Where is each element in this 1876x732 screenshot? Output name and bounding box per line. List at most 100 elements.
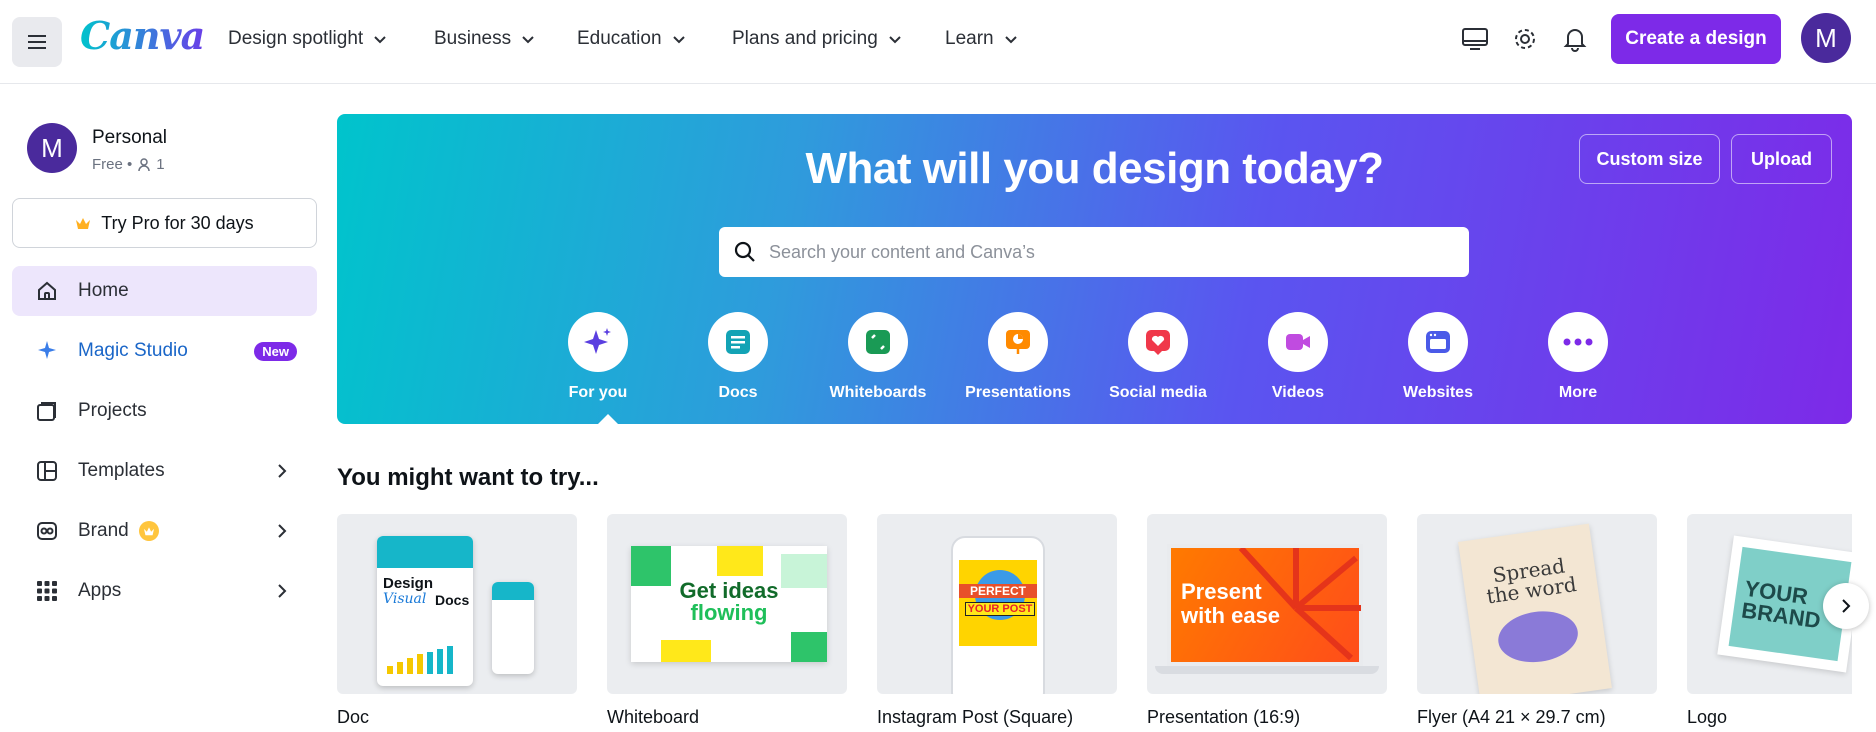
upload-button[interactable]: Upload: [1731, 134, 1832, 184]
slide-preview: Present with ease: [1167, 544, 1363, 666]
phone-frame: PERFECT YOUR POST: [951, 536, 1045, 694]
card-doc[interactable]: Design Visual Docs Doc: [337, 514, 577, 728]
website-icon: [1426, 331, 1450, 353]
carousel-next-button[interactable]: [1823, 583, 1869, 629]
chevron-down-icon: [889, 36, 901, 44]
nav-label: Design spotlight: [228, 28, 364, 49]
heart-icon: [1146, 330, 1170, 355]
notifications-button[interactable]: [1560, 24, 1590, 54]
crown-icon: [138, 521, 159, 541]
category-label: Websites: [1403, 384, 1473, 401]
plan-label: Free •: [92, 156, 133, 173]
category-presentations[interactable]: Presentations: [948, 312, 1088, 402]
custom-size-button[interactable]: Custom size: [1579, 134, 1720, 184]
avatar[interactable]: M: [1801, 13, 1851, 63]
sidebar-item-label: Apps: [78, 580, 122, 601]
card-logo[interactable]: YOUR BRAND Logo: [1687, 514, 1852, 728]
card-label: Logo: [1687, 707, 1728, 727]
sidebar-item-label: Home: [78, 280, 129, 301]
category-circle: [1268, 312, 1328, 372]
card-instagram-post[interactable]: PERFECT YOUR POST Instagram Post (Square…: [877, 514, 1117, 728]
nav-label: Business: [434, 28, 512, 49]
section-title: You might want to try...: [337, 464, 599, 491]
category-docs[interactable]: Docs: [668, 312, 808, 402]
nav-design-spotlight[interactable]: Design spotlight: [228, 0, 387, 78]
post-preview: PERFECT YOUR POST: [959, 560, 1037, 646]
chevron-down-icon: [522, 36, 534, 44]
search-bar[interactable]: [719, 227, 1469, 277]
nav-plans-pricing[interactable]: Plans and pricing: [732, 0, 902, 78]
try-pro-label: Try Pro for 30 days: [101, 212, 254, 233]
sidebar-item-home[interactable]: Home: [12, 266, 317, 316]
template-icon: [34, 458, 60, 484]
canva-logo[interactable]: Canva: [80, 13, 205, 58]
gear-icon: [1515, 29, 1535, 49]
category-label: Docs: [718, 384, 758, 401]
menu-button[interactable]: [12, 17, 62, 67]
category-for-you[interactable]: For you: [528, 312, 668, 402]
chevron-down-icon: [672, 36, 685, 44]
chevron-right-icon: [278, 464, 287, 478]
whiteboard-preview: Get ideas flowing: [631, 546, 827, 662]
suggestion-carousel: Design Visual Docs Doc Get ideas flowing…: [337, 514, 1852, 732]
menu-icon: [28, 35, 46, 49]
category-whiteboards[interactable]: Whiteboards: [808, 312, 948, 402]
card-whiteboard[interactable]: Get ideas flowing Whiteboard: [607, 514, 847, 728]
thumb-text: Design: [383, 575, 434, 592]
sidebar-item-magic-studio[interactable]: Magic Studio New: [12, 326, 317, 376]
doc-header: [377, 536, 473, 568]
category-more[interactable]: More: [1508, 312, 1648, 402]
doc-icon: [726, 330, 750, 354]
try-pro-button[interactable]: Try Pro for 30 days: [12, 198, 317, 248]
laptop-base: [1155, 666, 1379, 674]
category-label: Presentations: [965, 384, 1071, 401]
chevron-down-icon: [374, 36, 386, 44]
account-avatar[interactable]: M: [27, 123, 77, 173]
search-icon: [734, 241, 755, 262]
account-plan: Free • 1: [92, 156, 165, 173]
whiteboard-icon: [866, 330, 890, 354]
new-badge: New: [254, 342, 297, 361]
category-circle: [1408, 312, 1468, 372]
card-label: Doc: [337, 707, 370, 727]
sparkle-icon: [584, 328, 611, 354]
member-count: 1: [156, 156, 165, 173]
thumb-text: Visual: [383, 591, 427, 607]
chevron-right-icon: [1842, 599, 1851, 613]
doc-preview: Design Visual Docs: [377, 536, 473, 686]
category-websites[interactable]: Websites: [1368, 312, 1508, 402]
nav-business[interactable]: Business: [434, 0, 535, 78]
thumb-text: PERFECT: [959, 584, 1037, 598]
card-presentation[interactable]: Present with ease Presentation (16:9): [1147, 514, 1387, 728]
desktop-icon: [1462, 28, 1488, 50]
sticky-yellow: [717, 546, 763, 576]
sidebar-item-projects[interactable]: Projects: [12, 386, 317, 436]
top-bar: Canva Design spotlight Business Educatio…: [0, 0, 1876, 84]
category-social-media[interactable]: Social media: [1088, 312, 1228, 402]
category-circle: [988, 312, 1048, 372]
card-flyer[interactable]: Spread the word Flyer (A4 21 × 29.7 cm): [1417, 514, 1657, 728]
sidebar-item-brand[interactable]: Brand: [12, 506, 317, 556]
sidebar-item-label: Magic Studio: [78, 340, 188, 361]
search-input[interactable]: [769, 241, 1449, 263]
sticky-green: [791, 632, 827, 662]
nav-learn[interactable]: Learn: [945, 0, 1018, 78]
category-label: More: [1558, 384, 1598, 401]
create-design-button[interactable]: Create a design: [1611, 14, 1781, 64]
category-videos[interactable]: Videos: [1228, 312, 1368, 402]
person-icon: [138, 157, 151, 171]
desktop-app-button[interactable]: [1460, 24, 1490, 54]
crown-icon: [76, 218, 91, 229]
chevron-right-icon: [278, 524, 287, 538]
sidebar-item-templates[interactable]: Templates: [12, 446, 317, 496]
settings-button[interactable]: [1510, 24, 1540, 54]
chevron-right-icon: [278, 584, 287, 598]
sidebar-item-apps[interactable]: Apps: [12, 566, 317, 616]
account-name[interactable]: Personal: [92, 127, 167, 149]
card-thumbnail: Spread the word: [1417, 514, 1657, 694]
nav-education[interactable]: Education: [577, 0, 686, 78]
more-icon: [1563, 338, 1593, 346]
phone-preview: [492, 582, 534, 674]
apps-icon: [34, 578, 60, 604]
video-icon: [1286, 334, 1310, 350]
